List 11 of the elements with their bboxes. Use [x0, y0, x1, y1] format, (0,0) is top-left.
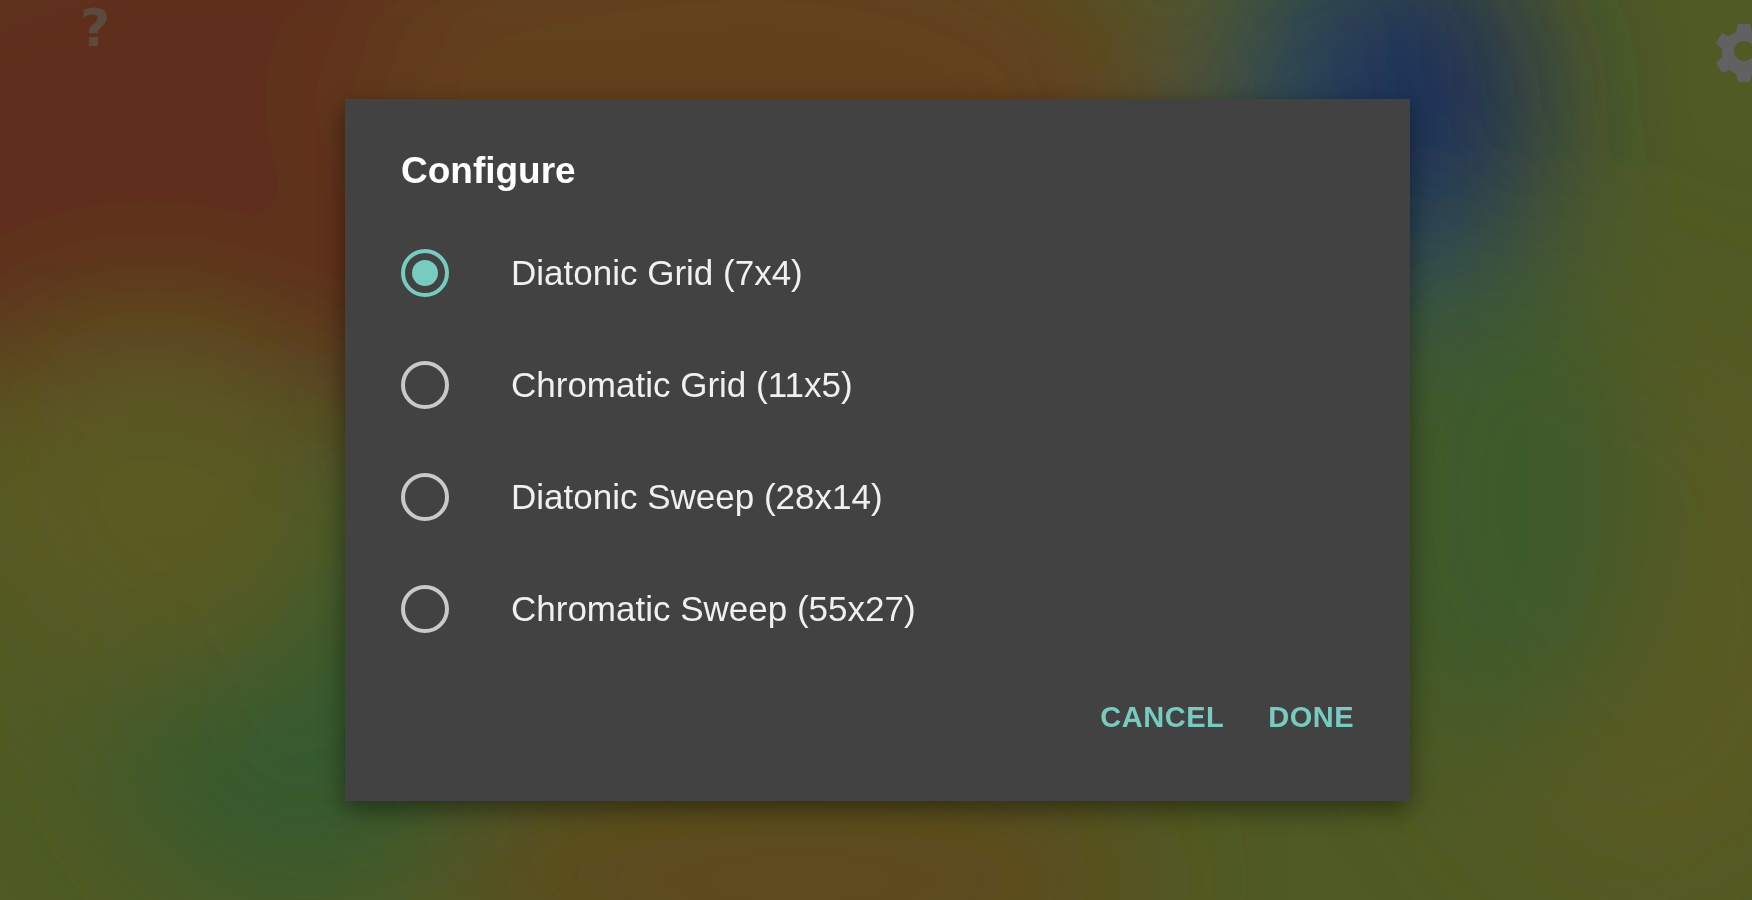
- option-label: Chromatic Sweep (55x27): [511, 589, 916, 630]
- option-label: Diatonic Grid (7x4): [511, 253, 803, 294]
- radio-button[interactable]: [401, 249, 449, 298]
- dialog-title: Configure: [401, 149, 577, 193]
- done-button[interactable]: DONE: [1252, 687, 1370, 749]
- option-label: Chromatic Grid (11x5): [511, 365, 853, 406]
- option-label: Diatonic Sweep (28x14): [511, 477, 883, 518]
- radio-button[interactable]: [401, 585, 449, 634]
- cancel-button[interactable]: CANCEL: [1084, 687, 1241, 749]
- radio-button[interactable]: [401, 361, 449, 410]
- radio-button[interactable]: [401, 473, 449, 522]
